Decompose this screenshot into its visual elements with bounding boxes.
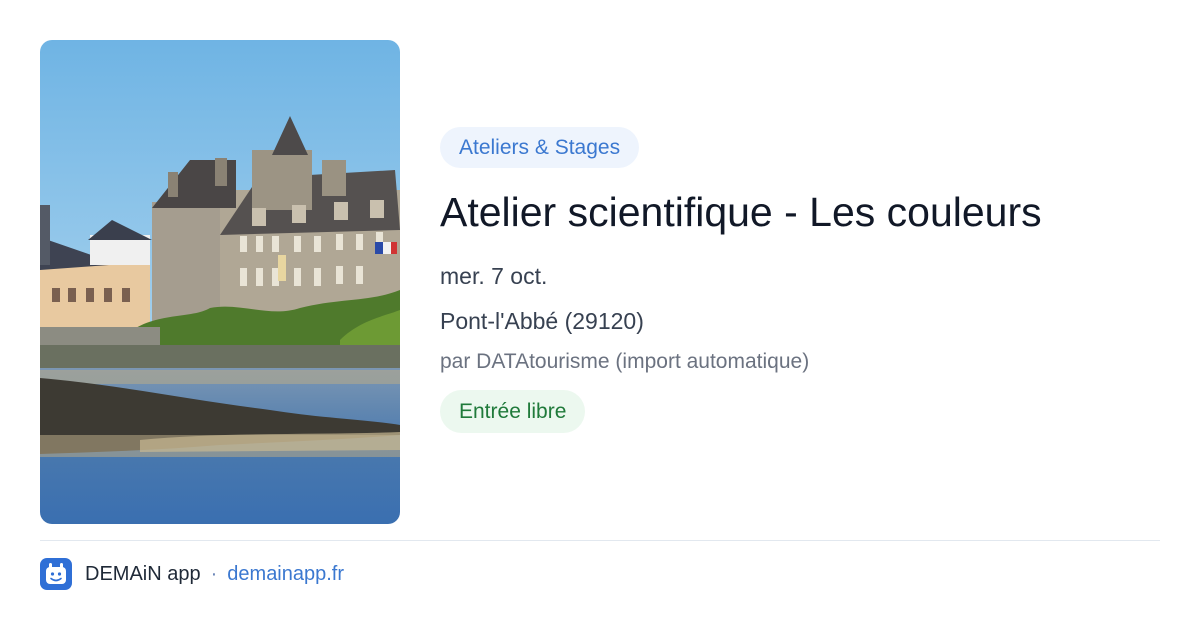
app-name: DEMAiN app bbox=[85, 562, 201, 585]
event-title[interactable]: Atelier scientifique - Les couleurs bbox=[440, 186, 1160, 238]
footer: DEMAiN app · demainapp.fr bbox=[40, 558, 344, 590]
event-author: par DATAtourisme (import automatique) bbox=[440, 350, 810, 373]
app-website-link[interactable]: demainapp.fr bbox=[227, 563, 344, 586]
event-date: mer. 7 oct. bbox=[440, 263, 548, 289]
event-photo bbox=[40, 40, 400, 524]
category-badge[interactable]: Ateliers & Stages bbox=[440, 127, 640, 168]
event-card[interactable]: Ateliers & Stages Atelier scientifique -… bbox=[0, 0, 1200, 630]
price-badge: Entrée libre bbox=[440, 390, 586, 433]
event-location: Pont-l'Abbé (29120) bbox=[440, 308, 644, 334]
event-details: Ateliers & Stages Atelier scientifique -… bbox=[440, 127, 1160, 433]
app-logo-icon[interactable] bbox=[40, 558, 72, 590]
footer-divider bbox=[40, 540, 1160, 541]
footer-separator: · bbox=[210, 562, 218, 585]
